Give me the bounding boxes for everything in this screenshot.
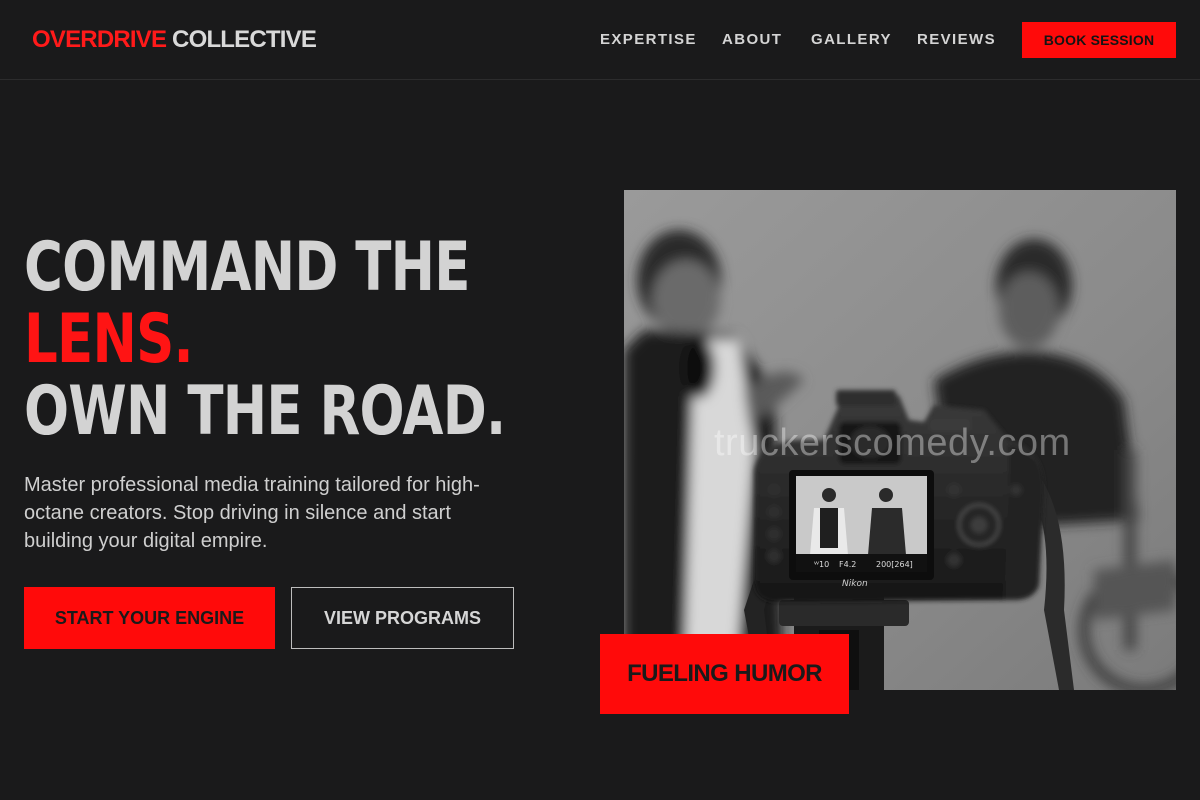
hero-photo: ᵂ10 F4.2 200[264] Nikon truckerscomedy.c… — [624, 190, 1176, 690]
svg-text:F4.2: F4.2 — [839, 560, 856, 569]
nav-link-about[interactable]: ABOUT — [722, 31, 782, 49]
start-your-engine-button[interactable]: START YOUR ENGINE — [24, 587, 275, 649]
image-watermark: truckerscomedy.com — [714, 422, 1071, 464]
hero-headline: COMMAND THE LENS. OWN THE ROAD. — [24, 228, 506, 451]
nav-link-gallery[interactable]: GALLERY — [811, 31, 892, 49]
headline-line-3: OWN THE ROAD. — [24, 372, 506, 451]
nav-link-expertise[interactable]: EXPERTISE — [600, 31, 697, 49]
brand-name-part1: OVERDRIVE — [32, 26, 167, 53]
camera-brand-label: Nikon — [842, 579, 868, 589]
headline-line-1: COMMAND THE — [24, 228, 471, 307]
nav-link-reviews[interactable]: REVIEWS — [917, 31, 996, 49]
view-programs-button[interactable]: VIEW PROGRAMS — [291, 587, 514, 649]
hero-subtext: Master professional media training tailo… — [24, 474, 480, 552]
book-session-button[interactable]: BOOK SESSION — [1022, 22, 1176, 58]
brand-logo[interactable]: OVERDRIVE COLLECTIVE — [32, 25, 317, 55]
site-header: OVERDRIVE COLLECTIVE EXPERTISE ABOUT GAL… — [0, 0, 1200, 80]
svg-text:200[264]: 200[264] — [876, 560, 913, 569]
brand-name-part2: COLLECTIVE — [172, 26, 317, 53]
svg-text:ᵂ10: ᵂ10 — [814, 560, 829, 569]
headline-line-2-accent: LENS. — [24, 300, 194, 379]
fueling-humor-badge: FUELING HUMOR — [600, 634, 849, 714]
